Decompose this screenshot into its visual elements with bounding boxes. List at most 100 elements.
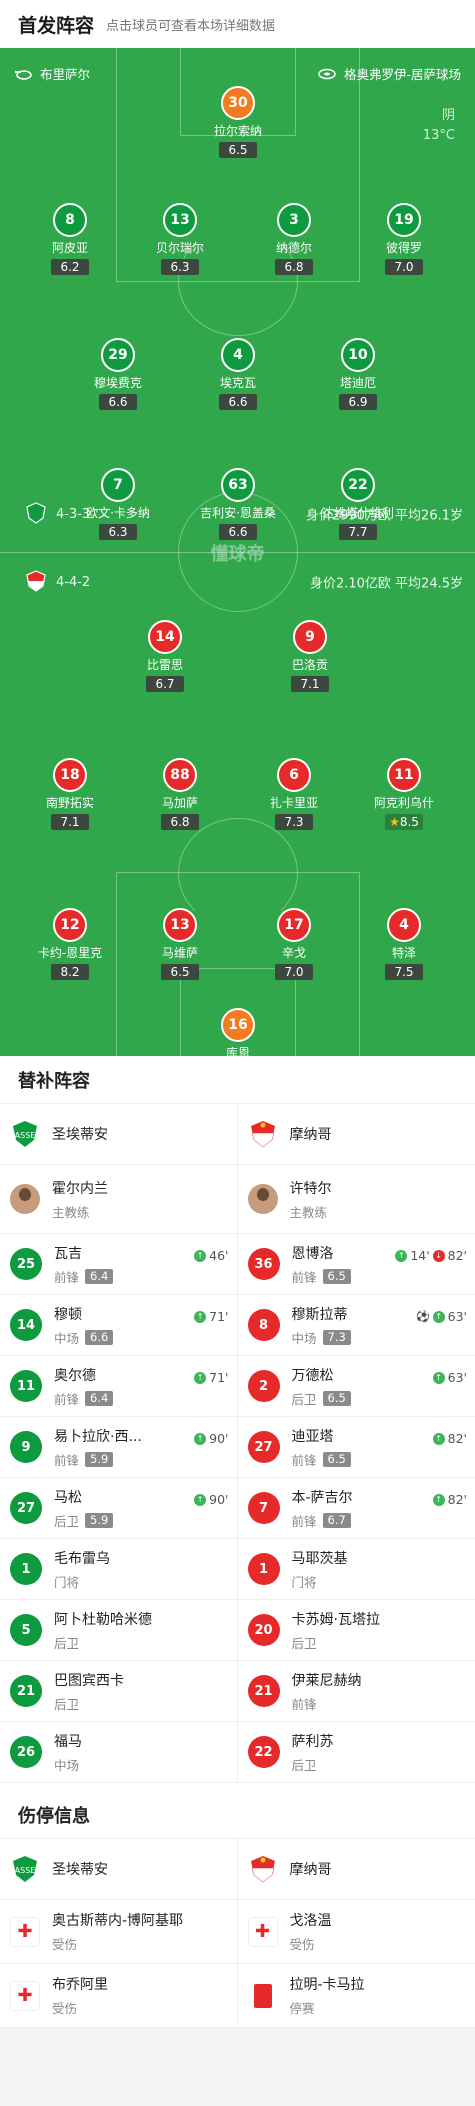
player-rating: 6.3 — [161, 259, 199, 275]
sub-in-icon: ↑ — [194, 1432, 207, 1445]
page-footer — [0, 2028, 475, 2080]
home-sub-row[interactable]: 21 巴图宾西卡 后卫 — [0, 1661, 237, 1722]
away-player[interactable]: 14 比雷思 6.7 — [110, 620, 220, 692]
sub-minutes: ↑ 82' — [430, 1492, 467, 1507]
player-rating-value: 6.9 — [348, 395, 368, 409]
away-player[interactable]: 11 阿克利乌什 ★8.5 — [349, 758, 459, 830]
away-player[interactable]: 88 马加萨 6.8 — [125, 758, 235, 830]
home-player[interactable]: 63 吉利安·恩盖桑 6.6 — [183, 468, 293, 540]
away-player[interactable]: 16库恩6.2 — [183, 1008, 293, 1056]
player-rating-value: 6.7 — [155, 677, 175, 691]
player-number: 19 — [387, 203, 421, 237]
away-sub-row[interactable]: 2 万德松 后卫 6.5 ↑ 63' — [237, 1356, 475, 1417]
home-sub-row[interactable]: 27 马松 后卫 5.9 ↑ 90' — [0, 1478, 237, 1539]
home-player[interactable]: 3 纳德尔 6.8 — [239, 203, 349, 275]
sub-position-row: 前锋 6.5 — [292, 1267, 351, 1286]
home-player[interactable]: 8 阿皮亚 6.2 — [15, 203, 125, 275]
home-sub-row[interactable]: 26 福马 中场 — [0, 1722, 237, 1783]
away-player[interactable]: 6 扎卡里亚 7.3 — [239, 758, 349, 830]
away-injury-team-row[interactable]: 摩纳哥 — [237, 1839, 475, 1900]
sub-position-row: 后卫 — [54, 1694, 124, 1713]
player-rating-value: 6.2 — [60, 260, 80, 274]
home-sub-row[interactable]: 1 毛布雷乌 门将 — [0, 1539, 237, 1600]
player-number: 29 — [101, 338, 135, 372]
player-number: 88 — [163, 758, 197, 792]
away-player[interactable]: 12 卡约-恩里克 8.2 — [15, 908, 125, 980]
stadium-icon — [318, 68, 336, 80]
home-player[interactable]: 30 拉尔索纳 6.5 — [183, 86, 293, 158]
away-substitutes: 摩纳哥 许特尔 主教练 36 恩博洛 前锋 6.5 ↑ 14' ↓ 82' 8 穆斯拉蒂 中场 7.3… — [237, 1104, 475, 1783]
player-rating: 6.5 — [161, 964, 199, 980]
sub-name: 马耶茨基 — [291, 1550, 348, 1567]
sub-minutes: ↑ 90' — [191, 1431, 229, 1446]
away-coach-row[interactable]: 许特尔 主教练 — [237, 1165, 475, 1234]
sub-name: 阿卜杜勒哈米德 — [54, 1611, 152, 1628]
player-name: 阿皮亚 — [51, 241, 88, 255]
away-sub-row[interactable]: 20 卡苏姆·瓦塔拉 后卫 — [237, 1600, 475, 1661]
home-injury-row[interactable]: ✚ 布乔阿里 受伤 — [0, 1964, 237, 2028]
home-sub-row[interactable]: 11 奥尔德 前锋 6.4 ↑ 71' — [0, 1356, 237, 1417]
sub-info: 万德松 后卫 6.5 — [292, 1365, 351, 1408]
lineup-title: 首发阵容 — [18, 14, 95, 37]
sub-rating: 6.5 — [322, 1268, 351, 1284]
sub-position: 门将 — [54, 1574, 80, 1590]
away-sub-row[interactable]: 27 迪亚塔 前锋 6.5 ↑ 82' — [237, 1417, 475, 1478]
sub-number: 36 — [247, 1248, 280, 1280]
home-player[interactable]: 7 欧文·卡多纳 6.3 — [63, 468, 173, 540]
sub-name: 福马 — [54, 1733, 82, 1750]
away-injury-row[interactable]: ✚ 戈洛温 受伤 — [237, 1900, 475, 1964]
away-sub-row[interactable]: 7 本-萨吉尔 前锋 6.7 ↑ 82' — [237, 1478, 475, 1539]
injury-status: 受伤 — [289, 1937, 315, 1952]
home-player[interactable]: 19 彼得罗 7.0 — [349, 203, 459, 275]
away-player[interactable]: 18 南野拓实 7.1 — [15, 758, 125, 830]
away-sub-row[interactable]: 22 萨利苏 后卫 — [237, 1722, 475, 1783]
home-injury-row[interactable]: ✚ 奥古斯蒂内-博阿基耶 受伤 — [0, 1900, 237, 1964]
away-player[interactable]: 4 特泽 7.5 — [349, 908, 459, 980]
home-coach-row[interactable]: 霍尔内兰 主教练 — [0, 1165, 237, 1234]
home-player[interactable]: 4 埃克瓦 6.6 — [183, 338, 293, 410]
home-sub-row[interactable]: 5 阿卜杜勒哈米德 后卫 — [0, 1600, 237, 1661]
sub-position: 前锋 — [291, 1452, 317, 1468]
player-name: 比雷思 — [146, 658, 183, 672]
away-sub-row[interactable]: 36 恩博洛 前锋 6.5 ↑ 14' ↓ 82' — [237, 1234, 475, 1295]
player-rating: 6.8 — [161, 814, 199, 830]
home-player[interactable]: 29 穆埃费克 6.6 — [63, 338, 173, 410]
player-name: 阿克利乌什 — [373, 796, 434, 810]
sub-in-minute: 46' — [209, 1248, 229, 1263]
away-team-row[interactable]: 摩纳哥 — [237, 1104, 475, 1165]
away-player[interactable]: 17 辛戈 7.0 — [239, 908, 349, 980]
sub-position-row: 前锋 6.4 — [54, 1267, 114, 1286]
away-injury-row[interactable]: 拉明-卡马拉 停赛 — [237, 1964, 475, 2028]
sub-position: 中场 — [54, 1330, 80, 1346]
pitch: 布里萨尔 格奥弗罗伊-居萨球场 阴 13°C 4-3-3 身价2990万欧 平均… — [0, 48, 475, 1056]
home-team-name: 布里萨尔 — [40, 67, 91, 82]
home-sub-row[interactable]: 25 瓦吉 前锋 6.4 ↑ 46' — [0, 1234, 237, 1295]
home-player[interactable]: 22 达维塔什维利 7.7 — [303, 468, 413, 540]
home-injury-team-row[interactable]: ASSE 圣埃蒂安 — [0, 1839, 237, 1900]
player-rating: 8.2 — [51, 964, 89, 980]
sub-number: 22 — [247, 1736, 280, 1768]
sub-info: 伊莱尼赫纳 前锋 — [292, 1670, 362, 1713]
sub-name: 穆顿 — [54, 1306, 82, 1323]
player-rating-value: 6.3 — [170, 260, 190, 274]
home-sub-row[interactable]: 9 易卜拉欣·西... 前锋 5.9 ↑ 90' — [0, 1417, 237, 1478]
away-player[interactable]: 9 巴洛贡 7.1 — [255, 620, 365, 692]
away-sub-row[interactable]: 21 伊莱尼赫纳 前锋 — [237, 1661, 475, 1722]
home-sub-row[interactable]: 14 穆顿 中场 6.6 ↑ 71' — [0, 1295, 237, 1356]
away-sub-row[interactable]: 1 马耶茨基 门将 — [237, 1539, 475, 1600]
saint-etienne-crest-icon: ASSE — [10, 1119, 40, 1149]
sub-rating: 6.5 — [322, 1451, 351, 1467]
home-player[interactable]: 13 贝尔瑞尔 6.3 — [125, 203, 235, 275]
home-team-row[interactable]: ASSE 圣埃蒂安 — [0, 1104, 237, 1165]
player-rating-value: 8.2 — [60, 965, 80, 979]
player-rating: 6.3 — [99, 524, 137, 540]
sub-name: 马松 — [54, 1489, 82, 1506]
home-player[interactable]: 10 塔迪厄 6.9 — [303, 338, 413, 410]
player-number: 11 — [387, 758, 421, 792]
away-player[interactable]: 13 马维萨 6.5 — [125, 908, 235, 980]
sub-in-minute: 71' — [209, 1370, 229, 1385]
temperature: 13°C — [422, 128, 455, 143]
away-team-name: 摩纳哥 — [289, 1127, 332, 1143]
sub-name: 万德松 — [291, 1367, 334, 1384]
away-sub-row[interactable]: 8 穆斯拉蒂 中场 7.3 ⚽ ↑ 63' — [237, 1295, 475, 1356]
